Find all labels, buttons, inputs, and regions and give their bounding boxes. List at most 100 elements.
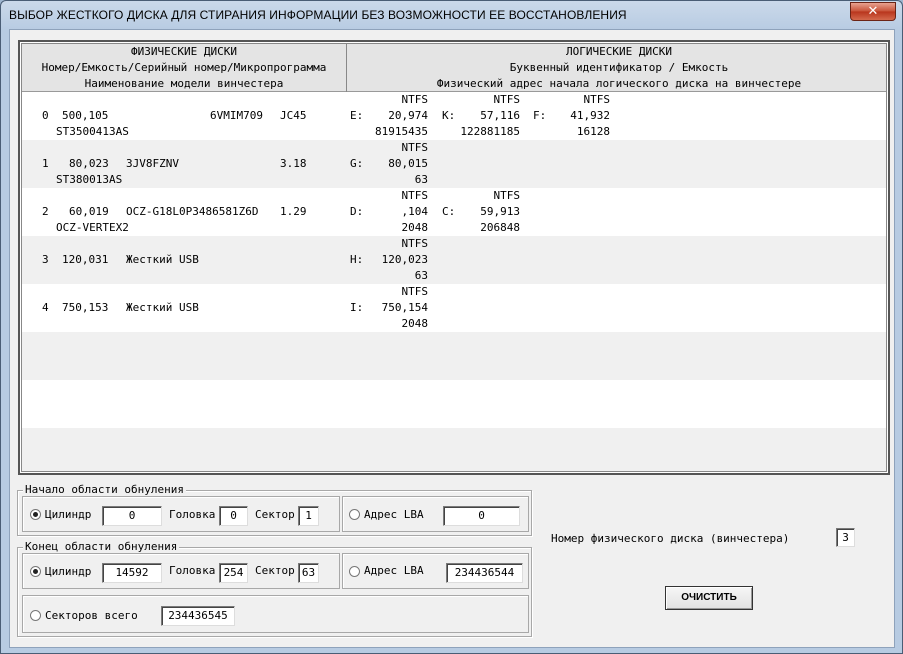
disk-table: ФИЗИЧЕСКИЕ ДИСКИ Номер/Емкость/Серийный … [18, 40, 890, 475]
table-row[interactable]: 3 120,031 Жесткий USB NTFS H: 120,023 63 [22, 236, 886, 284]
start-chs-box: Цилиндр 0 Головка 0 Сектор 1 [22, 496, 340, 532]
physical-header-fields: Номер/Емкость/Серийный номер/Микропрогра… [41, 61, 327, 74]
end-chs-radio[interactable] [30, 566, 41, 577]
start-area-group: Начало области обнуления Цилиндр 0 Голов… [17, 483, 532, 536]
logical-letter: H: [350, 253, 364, 266]
logical-capacity: 80,015 [388, 157, 428, 170]
logical-capacity: 120,023 [381, 253, 428, 266]
table-row[interactable]: 0 500,105 6VMIM709 JC45 ST3500413AS NTFS… [22, 92, 886, 140]
logical-address: 81915435 [375, 125, 428, 138]
logical-capacity: 57,116 [480, 109, 520, 122]
disk-serial: 3JV8FZNV [126, 157, 179, 170]
disk-serial: OCZ-G18L0P3486581Z6D [126, 205, 259, 218]
start-lba-label: Адрес LBA [364, 508, 424, 521]
logical-fs: NTFS [401, 189, 429, 202]
disk-serial: 6VMIM709 [210, 109, 263, 122]
end-lba-field[interactable]: 234436544 [446, 563, 523, 583]
logical-letter: G: [350, 157, 364, 170]
start-area-title: Начало области обнуления [23, 483, 186, 496]
logical-address: 122881185 [460, 125, 520, 138]
logical-fs: NTFS [401, 237, 429, 250]
start-cylinder-label: Цилиндр [45, 508, 92, 521]
start-lba-radio[interactable] [349, 509, 360, 520]
disk-size: 80,023 [69, 157, 109, 170]
logical-letter: D: [350, 205, 364, 218]
logical-address: 206848 [480, 221, 520, 234]
end-lba-label: Адрес LBA [364, 564, 424, 577]
table-row-empty [22, 332, 886, 380]
sectors-total-field[interactable]: 234436545 [161, 606, 235, 626]
start-head-label: Головка [169, 508, 216, 521]
end-cylinder-field[interactable]: 14592 [102, 563, 162, 583]
disk-number: 0 [42, 109, 49, 122]
logical-address: 63 [414, 269, 428, 282]
logical-fs: NTFS [583, 93, 611, 106]
logical-capacity: 59,913 [480, 205, 520, 218]
disk-size: 60,019 [69, 205, 109, 218]
disk-size: 750,153 [62, 301, 109, 314]
end-lba-radio[interactable] [349, 566, 360, 577]
start-sector-label: Сектор [255, 508, 295, 521]
logical-fs: NTFS [401, 285, 429, 298]
table-body: 0 500,105 6VMIM709 JC45 ST3500413AS NTFS… [22, 92, 886, 471]
logical-header-title: ЛОГИЧЕСКИЕ ДИСКИ [566, 45, 672, 58]
start-head-field[interactable]: 0 [219, 506, 248, 526]
start-lba-box: Адрес LBA 0 [342, 496, 529, 532]
disk-size: 120,031 [62, 253, 109, 266]
disk-firmware: JC45 [280, 109, 307, 122]
table-row-empty [22, 380, 886, 428]
disk-number: 1 [42, 157, 49, 170]
end-sector-label: Сектор [255, 564, 295, 577]
sectors-total-label: Секторов всего [45, 609, 138, 622]
logical-fs: NTFS [401, 141, 429, 154]
start-lba-field[interactable]: 0 [443, 506, 520, 526]
clear-button[interactable]: ОЧИСТИТЬ [665, 586, 753, 610]
disk-number-field[interactable]: 3 [836, 528, 855, 547]
sectors-total-box: Секторов всего 234436545 [22, 595, 529, 633]
sectors-total-radio[interactable] [30, 610, 41, 621]
start-cylinder-field[interactable]: 0 [102, 506, 162, 526]
end-area-group: Конец области обнуления Цилиндр 14592 Го… [17, 540, 532, 637]
title-bar[interactable]: ВЫБОР ЖЕСТКОГО ДИСКА ДЛЯ СТИРАНИЯ ИНФОРМ… [1, 1, 902, 29]
end-chs-box: Цилиндр 14592 Головка 254 Сектор 63 [22, 553, 340, 589]
start-chs-radio[interactable] [30, 509, 41, 520]
end-sector-field[interactable]: 63 [298, 563, 319, 583]
logical-header-fields: Буквенный идентификатор / Емкость [509, 61, 729, 74]
client-area: ФИЗИЧЕСКИЕ ДИСКИ Номер/Емкость/Серийный … [9, 29, 895, 648]
logical-address: 2048 [401, 317, 429, 330]
end-area-title: Конец области обнуления [23, 540, 180, 553]
close-button[interactable]: ✕ [850, 2, 896, 21]
table-header: ФИЗИЧЕСКИЕ ДИСКИ Номер/Емкость/Серийный … [22, 44, 886, 92]
disk-number-label: Номер физического диска (винчестера) [551, 532, 790, 545]
logical-address: 2048 [401, 221, 429, 234]
logical-capacity: 20,974 [388, 109, 428, 122]
table-row[interactable]: 1 80,023 3JV8FZNV 3.18 ST380013AS NTFS G… [22, 140, 886, 188]
end-lba-box: Адрес LBA 234436544 [342, 553, 529, 589]
logical-capacity: 41,932 [570, 109, 610, 122]
window-title: ВЫБОР ЖЕСТКОГО ДИСКА ДЛЯ СТИРАНИЯ ИНФОРМ… [9, 8, 627, 22]
logical-letter: E: [350, 109, 364, 122]
logical-letter: K: [442, 109, 456, 122]
start-sector-field[interactable]: 1 [298, 506, 319, 526]
table-row[interactable]: 4 750,153 Жесткий USB NTFS I: 750,154 20… [22, 284, 886, 332]
end-head-field[interactable]: 254 [219, 563, 248, 583]
logical-address: 63 [414, 173, 428, 186]
logical-disks-header: ЛОГИЧЕСКИЕ ДИСКИ Буквенный идентификатор… [347, 44, 886, 92]
disk-model: OCZ-VERTEX2 [56, 221, 129, 234]
physical-disks-header: ФИЗИЧЕСКИЕ ДИСКИ Номер/Емкость/Серийный … [22, 44, 347, 92]
disk-number: 2 [42, 205, 49, 218]
logical-capacity: ,104 [401, 205, 429, 218]
disk-number: 3 [42, 253, 49, 266]
logical-letter: F: [533, 109, 547, 122]
logical-letter: C: [442, 205, 456, 218]
app-window: ВЫБОР ЖЕСТКОГО ДИСКА ДЛЯ СТИРАНИЯ ИНФОРМ… [0, 0, 903, 654]
disk-model: ST380013AS [56, 173, 123, 186]
physical-header-model: Наименование модели винчестера [84, 77, 284, 90]
logical-header-address: Физический адрес начала логического диск… [436, 77, 802, 90]
disk-model: ST3500413AS [56, 125, 129, 138]
table-row[interactable]: 2 60,019 OCZ-G18L0P3486581Z6D 1.29 OCZ-V… [22, 188, 886, 236]
end-cylinder-label: Цилиндр [45, 565, 92, 578]
logical-address: 16128 [576, 125, 610, 138]
disk-size: 500,105 [62, 109, 109, 122]
logical-fs: NTFS [493, 189, 521, 202]
